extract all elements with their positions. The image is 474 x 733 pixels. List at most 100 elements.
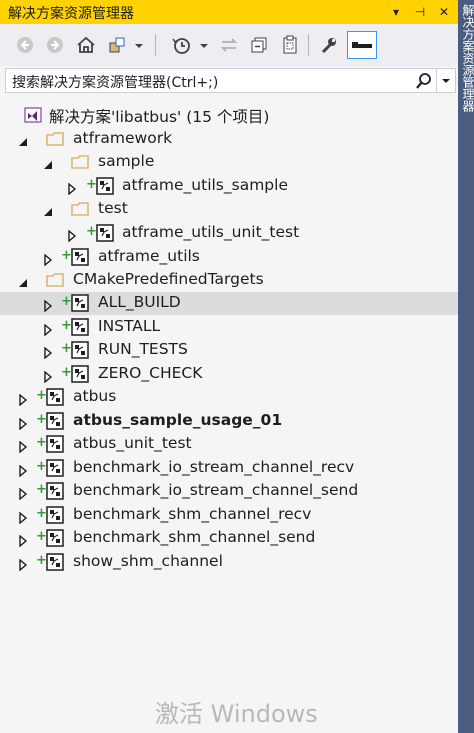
solution-explorer-panel: 解决方案资源管理器 ▾ ⊣ ✕ 搜索解决方案资源管理器(Ctrl+;) 解决方案… xyxy=(0,0,458,733)
tree-item-atbus[interactable]: + atbus xyxy=(0,386,458,409)
tree-item-label: ZERO_CHECK xyxy=(98,364,203,382)
add-icon: + xyxy=(61,341,72,356)
tree-item-benchmark-shm-channel-send[interactable]: + benchmark_shm_channel_send xyxy=(0,527,458,550)
tree-item-label: benchmark_io_stream_channel_send xyxy=(73,481,359,499)
collapsed-arrow-icon[interactable] xyxy=(18,391,28,407)
tree-item-atframe-utils-unit-test[interactable]: + atframe_utils_unit_test xyxy=(0,222,458,245)
project-icon xyxy=(71,365,89,383)
collapsed-arrow-icon[interactable] xyxy=(18,462,28,478)
folder-icon xyxy=(46,271,64,289)
solution-label: 解决方案'libatbus' (15 个项目) xyxy=(49,108,270,126)
search-input[interactable]: 搜索解决方案资源管理器(Ctrl+;) xyxy=(5,68,456,93)
window-options-dropdown-icon[interactable]: ▾ xyxy=(387,2,405,22)
collapsed-arrow-icon[interactable] xyxy=(18,556,28,572)
switch-views-icon[interactable] xyxy=(106,34,128,56)
project-icon xyxy=(71,341,89,359)
tree-item-label: benchmark_io_stream_channel_recv xyxy=(73,458,355,476)
tree-item-atframe-utils[interactable]: + atframe_utils xyxy=(0,246,458,269)
project-icon xyxy=(71,294,89,312)
search-placeholder: 搜索解决方案资源管理器(Ctrl+;) xyxy=(12,75,219,91)
switch-views-dropdown-icon[interactable] xyxy=(128,34,143,56)
collapsed-arrow-icon[interactable] xyxy=(67,180,77,196)
expanded-arrow-icon[interactable] xyxy=(43,203,53,216)
title-bar: 解决方案资源管理器 ▾ ⊣ ✕ xyxy=(0,0,458,24)
tree-item-label: atframe_utils_sample xyxy=(122,176,288,194)
panel-title: 解决方案资源管理器 xyxy=(8,6,134,22)
tree-item-benchmark-shm-channel-recv[interactable]: + benchmark_shm_channel_recv xyxy=(0,504,458,527)
tree-item-sample[interactable]: sample xyxy=(0,151,458,174)
project-icon xyxy=(96,177,114,195)
collapsed-arrow-icon[interactable] xyxy=(43,344,53,360)
history-dropdown-icon[interactable] xyxy=(193,34,208,56)
tree-item-atbus-unit-test[interactable]: + atbus_unit_test xyxy=(0,433,458,456)
sync-icon[interactable] xyxy=(218,34,240,56)
tree-item-zero-check[interactable]: + ZERO_CHECK xyxy=(0,363,458,386)
collapsed-arrow-icon[interactable] xyxy=(43,321,53,337)
collapsed-arrow-icon[interactable] xyxy=(18,509,28,525)
tree-item-label: benchmark_shm_channel_recv xyxy=(73,505,312,523)
expanded-arrow-icon[interactable] xyxy=(18,133,28,146)
add-icon: + xyxy=(36,529,47,544)
add-icon: + xyxy=(36,482,47,497)
collapse-all-icon[interactable] xyxy=(248,34,270,56)
collapsed-arrow-icon[interactable] xyxy=(18,438,28,454)
collapsed-arrow-icon[interactable] xyxy=(43,368,53,384)
forward-icon[interactable] xyxy=(44,34,66,56)
project-icon xyxy=(46,459,64,477)
tree-item-run-tests[interactable]: + RUN_TESTS xyxy=(0,339,458,362)
collapsed-arrow-icon[interactable] xyxy=(67,227,77,243)
activate-windows-watermark: 激活 Windows xyxy=(155,700,318,728)
tree-item-label: benchmark_shm_channel_send xyxy=(73,528,316,546)
project-icon xyxy=(46,553,64,571)
tree-item-show-shm-channel[interactable]: + show_shm_channel xyxy=(0,551,458,574)
collapsed-arrow-icon[interactable] xyxy=(18,485,28,501)
tree-item-atframe-utils-sample[interactable]: + atframe_utils_sample xyxy=(0,175,458,198)
startup-project-label: atbus_sample_usage_01 xyxy=(73,411,283,429)
toolbar xyxy=(0,24,458,66)
home-icon[interactable] xyxy=(75,34,97,56)
back-icon[interactable] xyxy=(14,34,36,56)
close-icon[interactable]: ✕ xyxy=(435,2,453,22)
properties-icon[interactable] xyxy=(318,34,340,56)
toolbar-separator xyxy=(308,34,309,56)
history-icon[interactable] xyxy=(170,34,192,56)
tree-item-label: atframework xyxy=(73,129,173,147)
search-icon[interactable] xyxy=(415,72,433,90)
tree-item-label: atbus_unit_test xyxy=(73,434,192,452)
add-icon: + xyxy=(36,506,47,521)
tree-solution-node[interactable]: 解决方案'libatbus' (15 个项目) xyxy=(0,104,458,127)
add-icon: + xyxy=(36,412,47,427)
vs-solution-icon xyxy=(24,106,42,124)
tree-item-install[interactable]: + INSTALL xyxy=(0,316,458,339)
collapsed-arrow-icon[interactable] xyxy=(18,415,28,431)
tree-item-benchmark-io-stream-channel-recv[interactable]: + benchmark_io_stream_channel_recv xyxy=(0,457,458,480)
tree-item-label: RUN_TESTS xyxy=(98,340,188,358)
tree-item-atbus-sample-usage-01[interactable]: + atbus_sample_usage_01 xyxy=(0,410,458,433)
expanded-arrow-icon[interactable] xyxy=(18,274,28,287)
folder-icon xyxy=(71,153,89,171)
side-tab[interactable]: 解决方案资源管理器 xyxy=(458,0,474,733)
collapsed-arrow-icon[interactable] xyxy=(43,297,53,313)
tree-item-benchmark-io-stream-channel-send[interactable]: + benchmark_io_stream_channel_send xyxy=(0,480,458,503)
add-icon: + xyxy=(61,318,72,333)
show-all-files-icon[interactable] xyxy=(279,34,301,56)
project-icon xyxy=(71,248,89,266)
preview-icon[interactable] xyxy=(347,31,377,59)
collapsed-arrow-icon[interactable] xyxy=(18,532,28,548)
search-options-dropdown-icon[interactable] xyxy=(436,69,455,92)
tree-item-test[interactable]: test xyxy=(0,198,458,221)
pin-icon[interactable]: ⊣ xyxy=(411,2,429,22)
project-icon xyxy=(46,529,64,547)
project-icon xyxy=(71,318,89,336)
add-icon: + xyxy=(86,224,97,239)
tree-item-atframework[interactable]: atframework xyxy=(0,128,458,151)
add-icon: + xyxy=(86,177,97,192)
tree-item-all-build[interactable]: + ALL_BUILD xyxy=(0,292,458,315)
add-icon: + xyxy=(36,388,47,403)
tree-item-label: CMakePredefinedTargets xyxy=(73,270,264,288)
tree-item-cmakepredefinedtargets[interactable]: CMakePredefinedTargets xyxy=(0,269,458,292)
collapsed-arrow-icon[interactable] xyxy=(43,251,53,267)
tree-item-label: atbus xyxy=(73,387,117,405)
expanded-arrow-icon[interactable] xyxy=(43,156,53,169)
folder-icon xyxy=(46,130,64,148)
